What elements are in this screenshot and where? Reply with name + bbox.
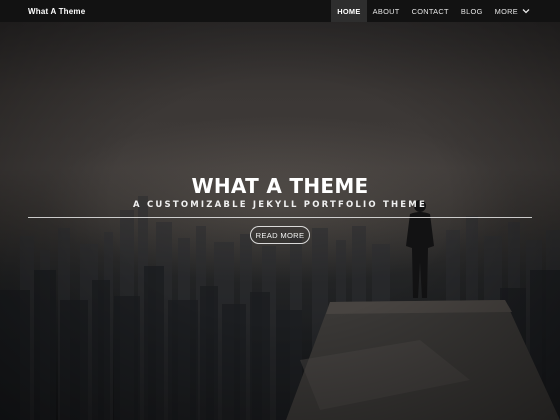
nav-links: HOME ABOUT CONTACT BLOG MORE: [331, 0, 536, 22]
nav-item-more[interactable]: MORE: [489, 0, 536, 22]
chevron-down-icon: [522, 9, 530, 14]
nav-item-contact[interactable]: CONTACT: [406, 0, 455, 22]
nav-item-blog[interactable]: BLOG: [455, 0, 489, 22]
nav-item-about[interactable]: ABOUT: [367, 0, 406, 22]
top-navbar: What A Theme HOME ABOUT CONTACT BLOG MOR…: [0, 0, 560, 22]
read-more-button[interactable]: READ MORE: [250, 226, 310, 244]
site-brand-link[interactable]: What A Theme: [28, 7, 85, 16]
hero-divider: [28, 217, 532, 218]
page: What A Theme HOME ABOUT CONTACT BLOG MOR…: [0, 0, 560, 420]
hero-subtitle: A CUSTOMIZABLE JEKYLL PORTFOLIO THEME: [133, 200, 427, 210]
hero-title: WHAT A THEME: [191, 174, 369, 198]
nav-item-home[interactable]: HOME: [331, 0, 367, 22]
nav-item-more-label: MORE: [494, 6, 518, 16]
hero-background-image: [0, 196, 560, 420]
